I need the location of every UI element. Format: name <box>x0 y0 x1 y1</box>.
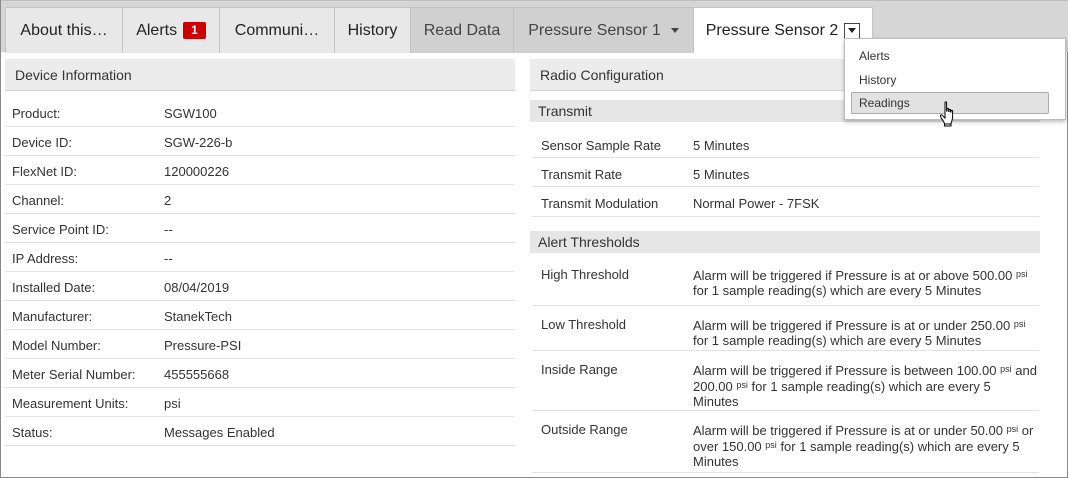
row-label: High Threshold <box>541 267 629 282</box>
row-value: Messages Enabled <box>164 425 275 440</box>
row-label: FlexNet ID: <box>12 164 78 179</box>
info-row-meter-serial: Meter Serial Number: 455555668 <box>5 359 515 388</box>
tab-label: Pressure Sensor 1 <box>528 21 661 39</box>
row-label: Service Point ID: <box>12 222 109 237</box>
info-row-status: Status: Messages Enabled <box>5 417 515 446</box>
info-row-channel: Channel: 2 <box>5 185 515 214</box>
row-label: Sensor Sample Rate <box>541 138 661 153</box>
hand-pointer-cursor-icon <box>939 101 954 127</box>
tab-about[interactable]: About this… <box>5 7 123 53</box>
transmit-row-transmit-rate: Transmit Rate 5 Minutes <box>532 158 1039 187</box>
threshold-row-low: Low Threshold Alarm will be triggered if… <box>532 306 1039 351</box>
tab-label: About this… <box>20 21 108 39</box>
info-row-manufacturer: Manufacturer: StanekTech <box>5 301 515 330</box>
dropdown-item-history[interactable]: History <box>859 73 896 87</box>
chevron-down-icon[interactable] <box>670 28 679 33</box>
info-row-device-id: Device ID: SGW-226-b <box>5 127 515 156</box>
info-row-ip-address: IP Address: -- <box>5 243 515 272</box>
row-value: Alarm will be triggered if Pressure is a… <box>693 268 1028 298</box>
row-label: Outside Range <box>541 422 628 437</box>
row-value: SGW-226-b <box>164 135 233 150</box>
tab-label: Read Data <box>423 21 501 39</box>
tab-label: Pressure Sensor 2 <box>705 21 839 39</box>
row-label: Device ID: <box>12 135 72 150</box>
section-title: Alert Thresholds <box>538 234 640 250</box>
app-frame: About this… Alerts 1 Communi… History Re… <box>0 0 1068 478</box>
panel-title: Radio Configuration <box>540 66 664 83</box>
row-value: 455555668 <box>164 367 230 382</box>
tab-pressure-sensor-1[interactable]: Pressure Sensor 1 <box>513 7 694 53</box>
transmit-row-modulation: Transmit Modulation Normal Power - 7FSK <box>532 187 1039 217</box>
threshold-row-high: High Threshold Alarm will be triggered i… <box>532 256 1039 306</box>
dropdown-toggle-button[interactable] <box>844 22 861 39</box>
info-row-measurement-units: Measurement Units: psi <box>5 388 515 417</box>
row-value: 5 Minutes <box>693 167 750 182</box>
row-label: Meter Serial Number: <box>12 367 136 382</box>
tab-alerts[interactable]: Alerts 1 <box>122 7 220 53</box>
row-value: 08/04/2019 <box>164 280 230 295</box>
row-label: Status: <box>12 425 53 440</box>
row-value: -- <box>164 251 173 266</box>
tab-label: Alerts <box>136 21 178 39</box>
row-label: Measurement Units: <box>12 396 129 411</box>
row-value: StanekTech <box>164 309 232 324</box>
tab-read-data[interactable]: Read Data <box>410 7 514 53</box>
row-value: 2 <box>164 193 172 208</box>
device-info-header: Device Information <box>5 59 515 91</box>
dropdown-item-label: Readings <box>859 96 910 110</box>
tab-history[interactable]: History <box>334 7 411 53</box>
threshold-row-outside-range: Outside Range Alarm will be triggered if… <box>532 411 1039 473</box>
info-row-model-number: Model Number: Pressure-PSI <box>5 330 515 359</box>
chevron-down-icon <box>848 28 857 33</box>
panel-title: Device Information <box>15 66 132 83</box>
threshold-row-inside-range: Inside Range Alarm will be triggered if … <box>532 351 1039 411</box>
row-value: 5 Minutes <box>693 138 750 153</box>
row-value: Pressure-PSI <box>164 338 242 353</box>
section-title: Transmit <box>538 103 592 119</box>
tab-communications[interactable]: Communi… <box>219 7 335 53</box>
tab-label: History <box>347 21 398 39</box>
row-value: psi <box>164 396 181 411</box>
row-label: Transmit Modulation <box>541 196 659 211</box>
row-value: SGW100 <box>164 106 217 121</box>
row-label: Model Number: <box>12 338 101 353</box>
row-label: Manufacturer: <box>12 309 93 324</box>
row-label: Low Threshold <box>541 317 627 332</box>
info-row-service-point-id: Service Point ID: -- <box>5 214 515 243</box>
alerts-count-badge: 1 <box>183 22 206 39</box>
row-label: Channel: <box>12 193 65 208</box>
tab-label: Communi… <box>234 21 320 39</box>
row-label: Installed Date: <box>12 280 96 295</box>
dropdown-item-alerts[interactable]: Alerts <box>859 49 890 63</box>
row-value: 120000226 <box>164 164 230 179</box>
info-row-flexnet-id: FlexNet ID: 120000226 <box>5 156 515 185</box>
row-label: Product: <box>12 106 61 121</box>
row-label: Inside Range <box>541 362 618 377</box>
info-row-installed-date: Installed Date: 08/04/2019 <box>5 272 515 301</box>
row-value: Alarm will be triggered if Pressure is a… <box>693 423 1034 469</box>
info-row-product: Product: SGW100 <box>5 98 515 127</box>
row-value: Normal Power - 7FSK <box>693 196 820 211</box>
alert-thresholds-header: Alert Thresholds <box>530 231 1040 253</box>
row-label: Transmit Rate <box>541 167 623 182</box>
row-value: Alarm will be triggered if Pressure is a… <box>693 318 1026 348</box>
transmit-row-sample-rate: Sensor Sample Rate 5 Minutes <box>532 129 1039 158</box>
row-label: IP Address: <box>12 251 79 266</box>
row-value: Alarm will be triggered if Pressure is b… <box>693 363 1037 409</box>
row-value: -- <box>164 222 173 237</box>
